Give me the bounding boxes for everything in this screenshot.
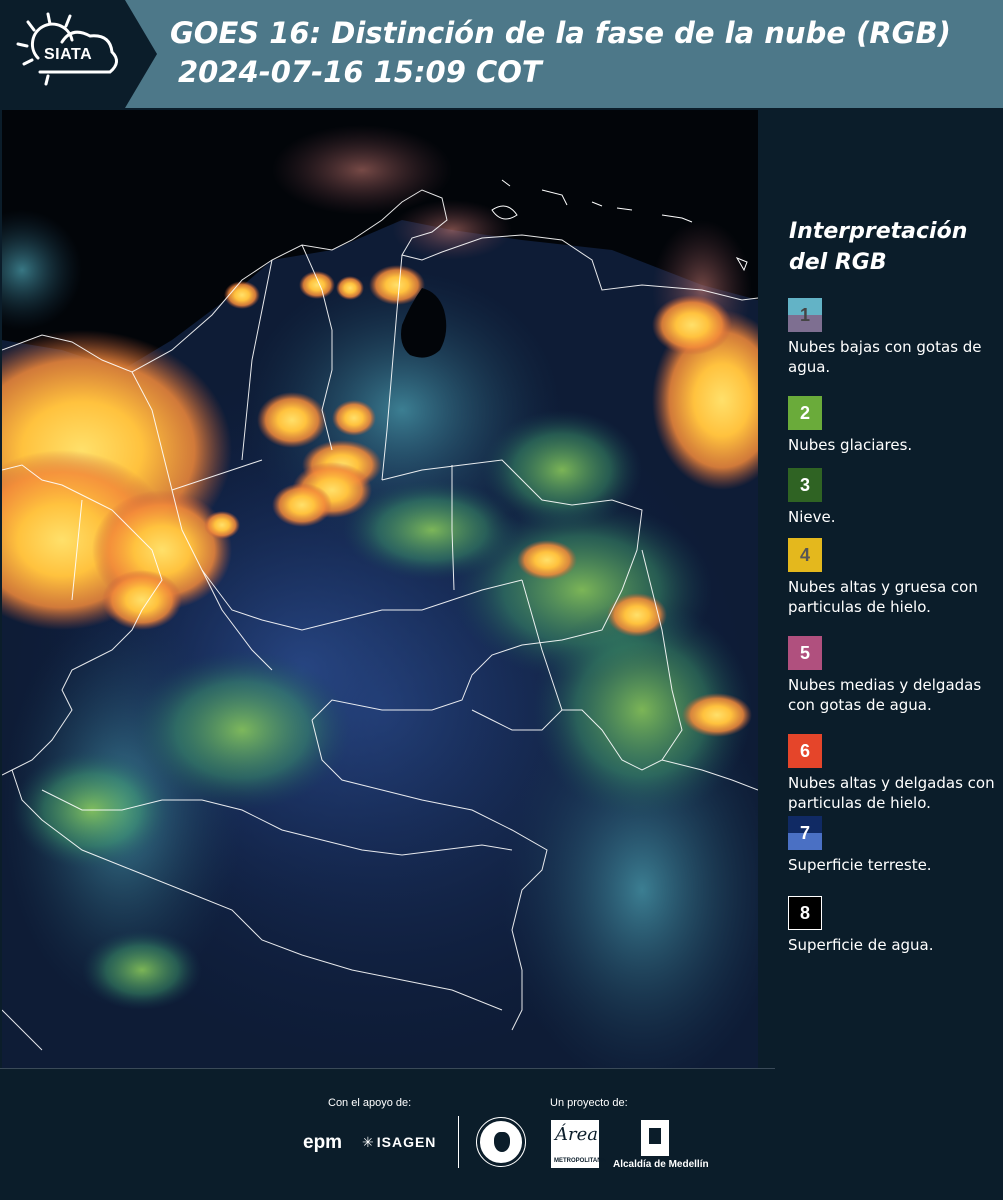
university-seal-icon[interactable] (476, 1117, 526, 1167)
isagen-logo-text: ISAGEN (376, 1134, 437, 1150)
legend-item-3: 3 Nieve. (788, 468, 998, 527)
alcaldia-label: Alcaldía de Medellín (613, 1159, 709, 1170)
legend-item-5: 5 Nubes medias y delgadas con gotas de ag… (788, 636, 998, 715)
epm-logo[interactable]: epm (303, 1132, 342, 1154)
legend-number: 5 (799, 642, 810, 663)
legend-number: 2 (799, 402, 810, 423)
legend-number: 4 (799, 544, 810, 565)
satellite-image (2, 110, 758, 1068)
legend-label: Nubes altas y delgadas con particulas de… (788, 774, 995, 812)
legend-swatch: 6 (788, 734, 822, 768)
legend-label: Nieve. (788, 508, 836, 526)
legend-swatch: 8 (788, 896, 822, 930)
alcaldia-shield-icon[interactable] (641, 1120, 669, 1156)
sponsor-divider (458, 1116, 459, 1168)
legend-label: Superficie terreste. (788, 856, 932, 874)
siata-logo[interactable]: SIATA (0, 0, 157, 108)
isagen-logo[interactable]: ✳ ISAGEN (362, 1134, 436, 1151)
legend-swatch: 4 (788, 538, 822, 572)
legend-label: Nubes glaciares. (788, 436, 913, 454)
legend-number: 6 (799, 740, 810, 761)
legend-number: 8 (799, 902, 810, 923)
satellite-map[interactable] (2, 110, 758, 1068)
legend-item-1: 1 Nubes bajas con gotas de agua. (788, 298, 998, 377)
legend-title: Interpretación del RGB (789, 216, 999, 278)
legend-title-line2: del RGB (789, 250, 887, 275)
legend-label: Superficie de agua. (788, 936, 934, 954)
legend-item-6: 6 Nubes altas y delgadas con particulas d… (788, 734, 998, 813)
page-title: GOES 16: Distinción de la fase de la nub… (170, 16, 951, 50)
legend-label: Nubes medias y delgadas con gotas de agu… (788, 676, 982, 714)
legend-panel: Interpretación del RGB 1 Nubes bajas con … (760, 110, 1003, 1068)
isagen-mark-icon: ✳ (362, 1134, 375, 1150)
legend-swatch: 1 (788, 298, 822, 332)
legend-swatch: 7 (788, 816, 822, 850)
legend-item-2: 2 Nubes glaciares. (788, 396, 998, 455)
support-label: Con el apoyo de: (328, 1097, 412, 1109)
legend-number: 1 (799, 304, 810, 325)
legend-swatch: 2 (788, 396, 822, 430)
legend-item-7: 7 Superficie terreste. (788, 816, 998, 875)
legend-number: 7 (799, 822, 810, 843)
footer-divider (0, 1068, 775, 1069)
area-metropolitana-logo[interactable]: Área METROPOLITANA (551, 1120, 606, 1168)
area-logo-subtext: METROPOLITANA (554, 1158, 606, 1164)
area-logo-text: Área (555, 1124, 598, 1145)
legend-swatch: 3 (788, 468, 822, 502)
legend-item-4: 4 Nubes altas y gruesa con particulas de … (788, 538, 998, 617)
page-timestamp: 2024-07-16 15:09 COT (178, 55, 542, 89)
legend-number: 3 (799, 474, 810, 495)
legend-title-line1: Interpretación (789, 219, 968, 244)
footer: Con el apoyo de: Un proyecto de: epm ✳ IS… (0, 1068, 1003, 1200)
legend-label: Nubes bajas con gotas de agua. (788, 338, 982, 376)
header-bar: SIATA GOES 16: Distinción de la fase de … (0, 0, 1003, 108)
legend-label: Nubes altas y gruesa con particulas de h… (788, 578, 978, 616)
legend-swatch: 5 (788, 636, 822, 670)
siata-logo-text: SIATA (44, 46, 93, 63)
legend-item-8: 8 Superficie de agua. (788, 896, 998, 955)
project-label: Un proyecto de: (550, 1097, 628, 1109)
